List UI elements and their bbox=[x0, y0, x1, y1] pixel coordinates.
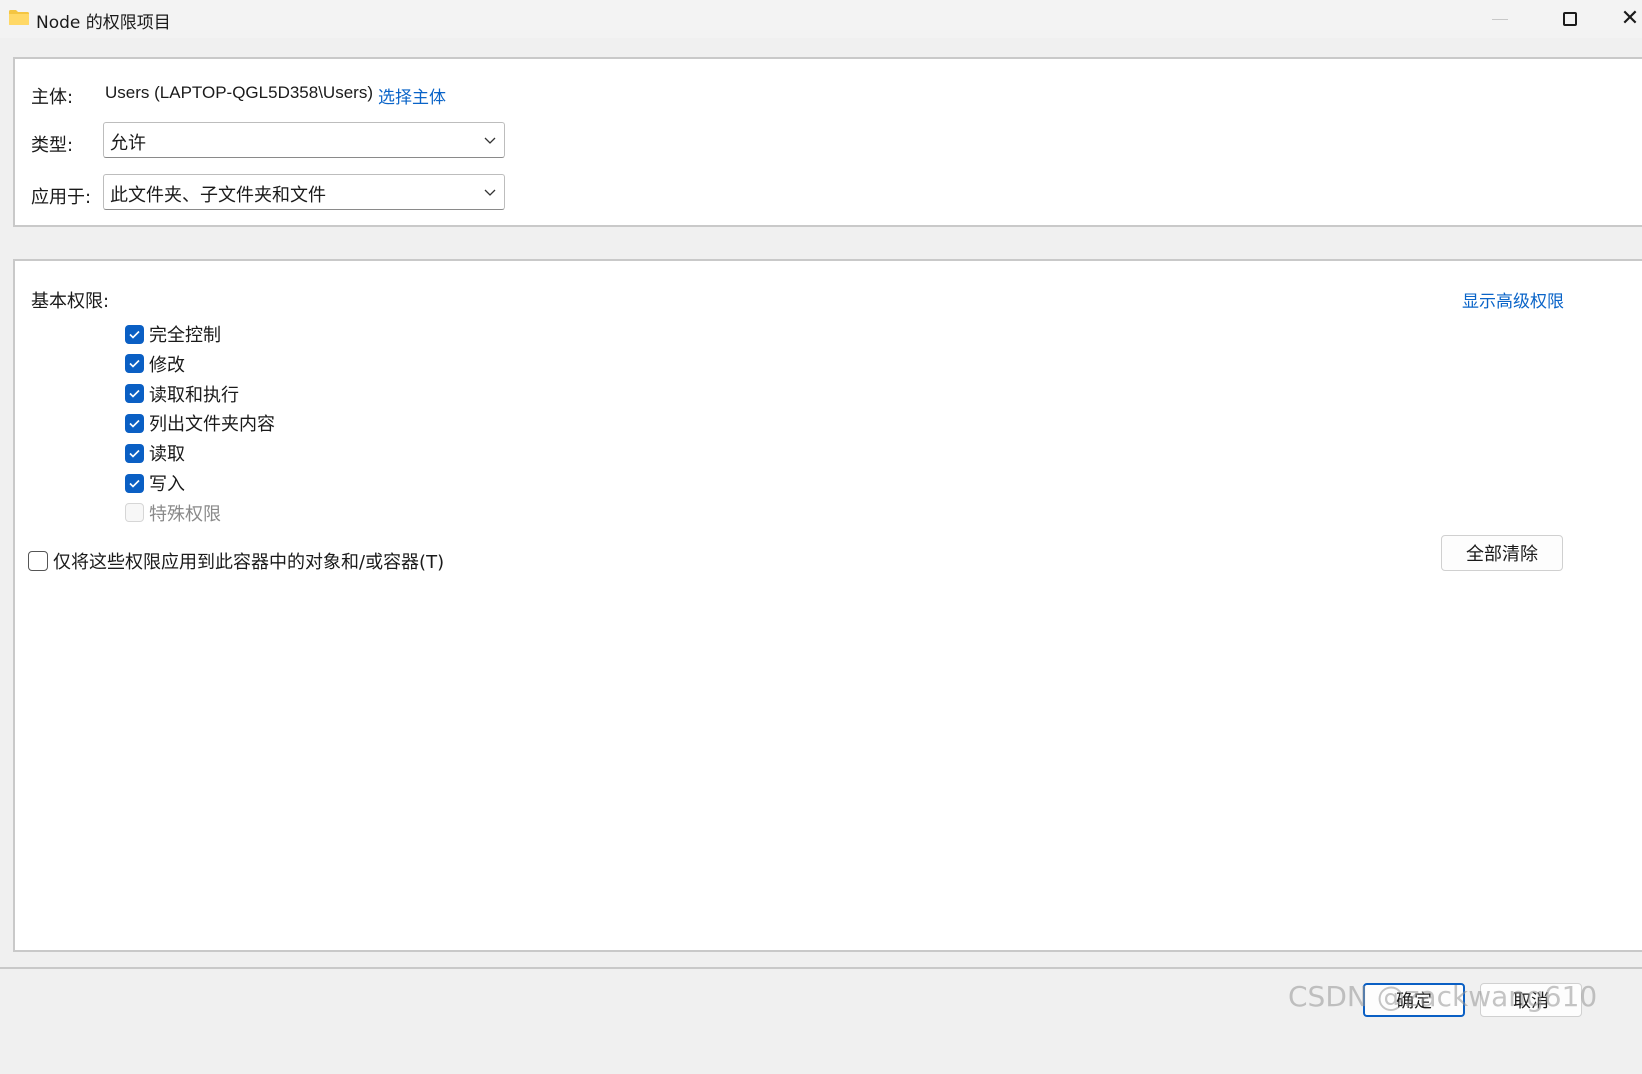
chevron-down-icon bbox=[484, 137, 496, 144]
checkbox-checked-icon bbox=[125, 384, 144, 404]
permission-item: 特殊权限 bbox=[125, 500, 221, 526]
applies-to-select[interactable]: 此文件夹、子文件夹和文件 bbox=[103, 174, 505, 210]
basic-permissions-heading: 基本权限: bbox=[31, 291, 110, 312]
principal-label: 主体: bbox=[31, 87, 74, 108]
chevron-down-icon bbox=[484, 189, 496, 196]
apply-only-label: 仅将这些权限应用到此容器中的对象和/或容器(T) bbox=[53, 552, 445, 573]
principal-panel: 主体: Users (LAPTOP-QGL5D358\Users) 选择主体 类… bbox=[13, 57, 1642, 227]
apply-only-container-checkbox[interactable]: 仅将这些权限应用到此容器中的对象和/或容器(T) bbox=[28, 548, 444, 574]
checkbox-icon bbox=[28, 551, 48, 571]
maximize-button[interactable] bbox=[1540, 0, 1600, 38]
checkbox-checked-icon bbox=[125, 413, 144, 433]
permission-label: 读取 bbox=[149, 444, 185, 466]
permission-item[interactable]: 修改 bbox=[125, 351, 185, 377]
close-button[interactable]: ✕ bbox=[1610, 0, 1642, 38]
checkbox-checked-icon bbox=[125, 324, 144, 344]
permissions-panel: 基本权限: 显示高级权限 完全控制 修改 读取和执行 列出文件夹内容 读取 写入 特殊权限 … bbox=[13, 259, 1642, 952]
footer-divider bbox=[0, 967, 1642, 969]
close-icon: ✕ bbox=[1620, 6, 1640, 31]
cancel-button[interactable]: 取消 bbox=[1480, 983, 1582, 1017]
minimize-button[interactable] bbox=[1470, 0, 1530, 38]
type-select-value: 允许 bbox=[110, 133, 146, 154]
show-advanced-permissions-link[interactable]: 显示高级权限 bbox=[1462, 287, 1564, 312]
select-principal-link[interactable]: 选择主体 bbox=[378, 83, 446, 108]
minimize-icon bbox=[1492, 18, 1508, 20]
checkbox-checked-icon bbox=[125, 473, 144, 493]
checkbox-checked-icon bbox=[125, 443, 144, 463]
checkbox-icon bbox=[125, 503, 144, 523]
permission-label: 列出文件夹内容 bbox=[149, 414, 275, 436]
type-select[interactable]: 允许 bbox=[103, 122, 505, 158]
type-label: 类型: bbox=[31, 135, 74, 156]
principal-value: Users (LAPTOP-QGL5D358\Users) bbox=[105, 83, 373, 102]
permission-label: 读取和执行 bbox=[149, 384, 239, 406]
permission-label: 特殊权限 bbox=[149, 503, 221, 525]
permission-item[interactable]: 写入 bbox=[125, 470, 185, 496]
window-title: Node 的权限项目 bbox=[36, 13, 171, 33]
clear-all-button[interactable]: 全部清除 bbox=[1441, 535, 1563, 571]
permission-item[interactable]: 读取 bbox=[125, 440, 185, 466]
permission-item[interactable]: 读取和执行 bbox=[125, 381, 239, 407]
permission-item[interactable]: 完全控制 bbox=[125, 321, 221, 347]
permission-label: 完全控制 bbox=[149, 325, 221, 346]
applies-to-select-value: 此文件夹、子文件夹和文件 bbox=[110, 185, 326, 206]
folder-icon bbox=[9, 10, 29, 25]
ok-button[interactable]: 确定 bbox=[1363, 983, 1465, 1017]
maximize-icon bbox=[1563, 12, 1577, 26]
applies-to-label: 应用于: bbox=[31, 187, 92, 208]
permission-label: 写入 bbox=[149, 474, 185, 495]
permission-label: 修改 bbox=[149, 354, 185, 376]
checkbox-checked-icon bbox=[125, 354, 144, 374]
title-bar: Node 的权限项目 ✕ bbox=[0, 0, 1642, 38]
permission-item[interactable]: 列出文件夹内容 bbox=[125, 410, 275, 436]
